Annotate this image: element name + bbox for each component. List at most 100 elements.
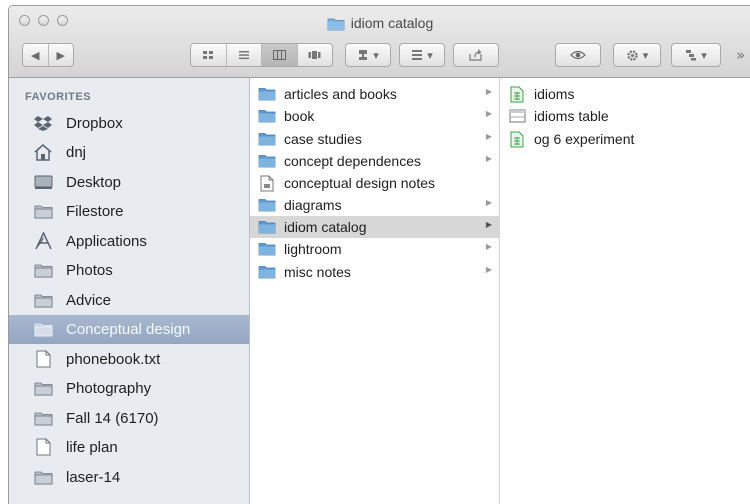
sidebar-item-life-plan[interactable]: life plan — [9, 433, 249, 462]
list-item-label: idioms table — [534, 108, 609, 124]
home-icon — [33, 143, 53, 161]
folder-icon — [258, 197, 276, 213]
list-item[interactable]: og 6 experiment — [500, 128, 750, 150]
disclosure-arrow-icon: ▶ — [485, 154, 492, 163]
folder-icon — [258, 108, 276, 124]
nav-back-forward: ◀ ▶ — [22, 43, 74, 67]
folder-icon — [258, 131, 276, 147]
window-title: idiom catalog — [9, 15, 750, 31]
chevron-down-icon: ▾ — [427, 48, 433, 62]
sidebar-item-dnj[interactable]: dnj — [9, 138, 249, 167]
folder-icon — [327, 18, 345, 30]
share-button[interactable] — [453, 43, 499, 67]
browser-column-conceptual-design: articles and books ▶ book ▶ case studies… — [250, 78, 500, 504]
toolbar-overflow-button[interactable]: » — [736, 46, 745, 64]
icon-view-button[interactable] — [191, 44, 227, 66]
title-bar: idiom catalog ◀ ▶ ▾ ▾ ▾ ▾ » — [9, 6, 750, 78]
folder-icon — [33, 468, 53, 486]
cover-flow-view-button[interactable] — [298, 44, 333, 66]
folder-icon — [33, 409, 53, 427]
chevron-down-icon: ▾ — [642, 48, 649, 62]
sidebar-item-label: Photography — [66, 380, 152, 397]
sidebar-item-advice[interactable]: Advice — [9, 286, 249, 315]
list-item-label: diagrams — [284, 197, 342, 213]
list-item-label: lightroom — [284, 241, 342, 257]
list-item[interactable]: idioms table — [500, 105, 750, 127]
sidebar-item-label: laser-14 — [66, 469, 121, 486]
gear-icon — [627, 49, 638, 61]
sidebar-item-conceptual-design[interactable]: Conceptual design — [9, 315, 249, 344]
share-icon — [469, 49, 482, 61]
path-button[interactable]: ▾ — [671, 43, 721, 67]
forward-arrow-icon[interactable]: ▶ — [49, 44, 74, 66]
spreadsheet-icon — [508, 86, 526, 102]
icon-view-icon — [203, 51, 214, 59]
sidebar-item-label: Conceptual design — [66, 321, 191, 338]
disclosure-arrow-icon: ▶ — [485, 198, 492, 207]
back-arrow-icon[interactable]: ◀ — [23, 44, 49, 66]
view-mode-segmented — [190, 43, 333, 67]
sidebar-item-applications[interactable]: Applications — [9, 227, 249, 256]
sidebar-item-label: Applications — [66, 233, 147, 250]
applications-icon — [33, 232, 53, 250]
arrange-button[interactable]: ▾ — [345, 43, 391, 67]
arrange-icon — [359, 50, 368, 60]
sidebar-item-label: Filestore — [66, 203, 124, 220]
group-icon — [412, 50, 423, 60]
list-item[interactable]: idiom catalog ▶ — [250, 216, 499, 238]
list-item-label: concept dependences — [284, 153, 421, 169]
folder-icon — [258, 264, 276, 280]
sidebar-item-photography[interactable]: Photography — [9, 374, 249, 403]
sidebar-item-label: phonebook.txt — [66, 351, 161, 368]
group-button[interactable]: ▾ — [399, 43, 445, 67]
column-view-icon — [272, 50, 286, 60]
folder-icon — [258, 153, 276, 169]
list-item[interactable]: diagrams ▶ — [250, 194, 499, 216]
column-view-button[interactable] — [262, 44, 298, 66]
sidebar-item-desktop[interactable]: Desktop — [9, 168, 249, 197]
chevron-down-icon: ▾ — [373, 48, 379, 62]
list-item[interactable]: book ▶ — [250, 105, 499, 127]
eye-icon — [570, 50, 586, 60]
list-item[interactable]: concept dependences ▶ — [250, 150, 499, 172]
sidebar-item-dropbox[interactable]: Dropbox — [9, 109, 249, 138]
list-item[interactable]: conceptual design notes — [250, 172, 499, 194]
disclosure-arrow-icon: ▶ — [485, 242, 492, 251]
list-item[interactable]: misc notes ▶ — [250, 261, 499, 283]
path-icon — [686, 50, 697, 61]
sidebar-item-label: Dropbox — [66, 115, 123, 132]
disclosure-arrow-icon: ▶ — [485, 265, 492, 274]
spreadsheet-icon — [508, 131, 526, 147]
document-icon — [33, 350, 53, 368]
sidebar-item-label: life plan — [66, 439, 118, 456]
sidebar-item-laser-14[interactable]: laser-14 — [9, 463, 249, 492]
sidebar-item-filestore[interactable]: Filestore — [9, 197, 249, 226]
disclosure-arrow-icon: ▶ — [485, 109, 492, 118]
action-button[interactable]: ▾ — [613, 43, 661, 67]
sidebar: FAVORITES Dropbox dnj Desktop Filestore — [9, 78, 250, 504]
list-view-icon — [238, 51, 249, 60]
folder-icon — [33, 261, 53, 279]
chevron-down-icon: ▾ — [701, 48, 707, 62]
finder-window: idiom catalog ◀ ▶ ▾ ▾ ▾ ▾ » FAVORITES Dr… — [8, 5, 750, 504]
folder-icon — [33, 320, 53, 338]
sidebar-item-photos[interactable]: Photos — [9, 256, 249, 285]
quick-look-button[interactable] — [555, 43, 601, 67]
list-item[interactable]: lightroom ▶ — [250, 238, 499, 260]
disclosure-arrow-icon: ▶ — [485, 220, 492, 229]
sidebar-item-phonebook[interactable]: phonebook.txt — [9, 345, 249, 374]
desktop-icon — [33, 173, 53, 191]
list-item[interactable]: articles and books ▶ — [250, 83, 499, 105]
folder-icon — [258, 86, 276, 102]
sidebar-item-label: Fall 14 (6170) — [66, 410, 159, 427]
document-icon — [33, 438, 53, 456]
dropbox-icon — [33, 114, 53, 132]
sidebar-item-fall-14[interactable]: Fall 14 (6170) — [9, 404, 249, 433]
folder-icon — [33, 291, 53, 309]
list-item[interactable]: idioms — [500, 83, 750, 105]
sidebar-item-label: Desktop — [66, 174, 122, 191]
sidebar-item-label: Advice — [66, 292, 112, 309]
list-item[interactable]: case studies ▶ — [250, 128, 499, 150]
list-item-label: case studies — [284, 131, 362, 147]
list-view-button[interactable] — [227, 44, 262, 66]
